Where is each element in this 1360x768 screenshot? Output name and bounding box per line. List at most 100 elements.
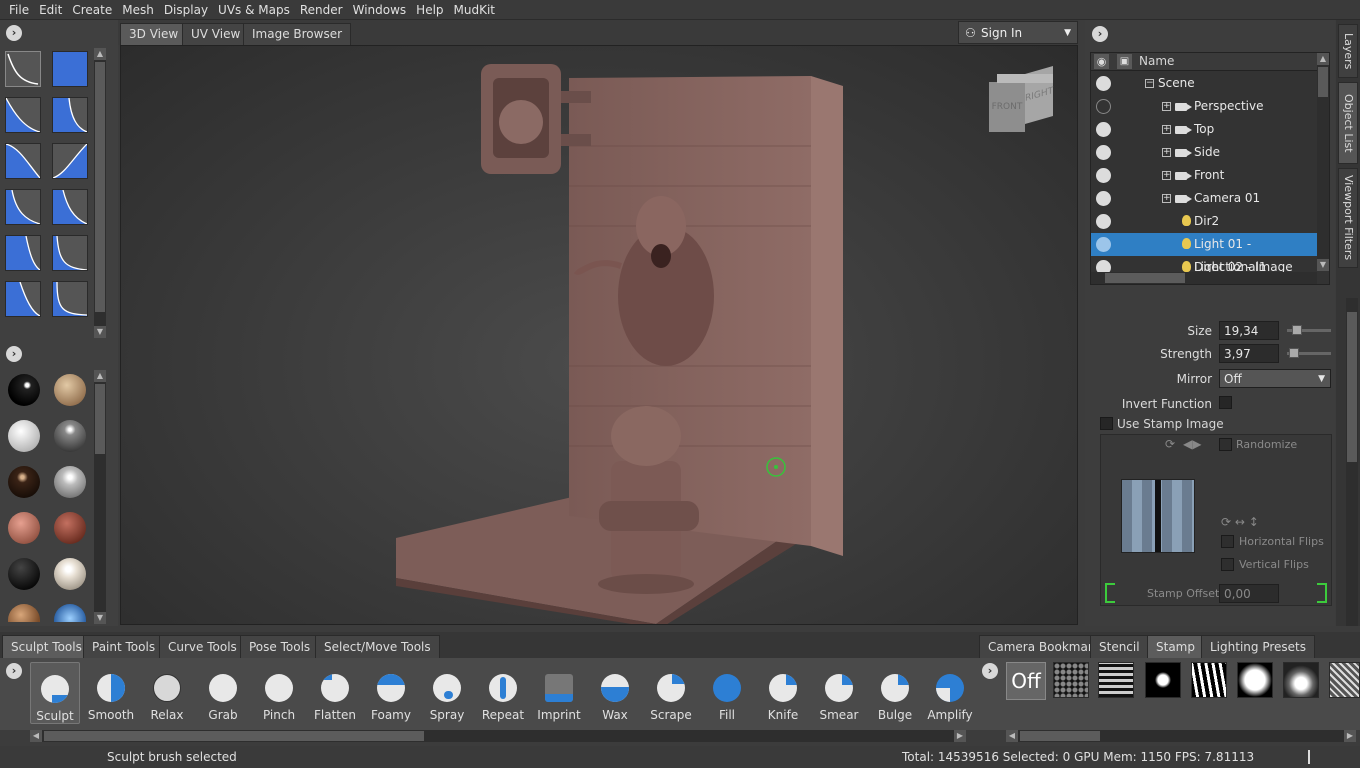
mirror-select[interactable]: Off ▼ xyxy=(1219,369,1331,388)
visibility-toggle[interactable] xyxy=(1096,168,1111,183)
tool-tray-scrollbar[interactable]: ◀ ▶ xyxy=(30,730,966,742)
material-sphere-pearl[interactable] xyxy=(54,558,86,590)
material-scrollbar[interactable]: ▲ ▼ xyxy=(94,370,106,624)
use-stamp-image-checkbox[interactable] xyxy=(1100,417,1113,430)
tool-flatten[interactable]: Flatten xyxy=(310,662,360,724)
horizontal-flips-checkbox[interactable] xyxy=(1221,535,1234,548)
falloff-preset-4[interactable] xyxy=(52,97,88,133)
collapse-icon[interactable]: − xyxy=(1145,79,1154,88)
tool-sculpt[interactable]: Sculpt xyxy=(30,662,80,724)
stamp-tray-scrollbar[interactable]: ◀ ▶ xyxy=(1006,730,1356,742)
chevron-right-icon[interactable]: › xyxy=(982,663,998,679)
tab-image-browser[interactable]: Image Browser xyxy=(243,23,352,45)
material-sphere-tan[interactable] xyxy=(8,604,40,622)
visibility-toggle[interactable] xyxy=(1096,122,1111,137)
visibility-toggle[interactable] xyxy=(1096,145,1111,160)
tab-3d-view[interactable]: 3D View xyxy=(120,23,188,45)
stamp-thumb-soft[interactable] xyxy=(1283,662,1319,698)
tab-pose-tools[interactable]: Pose Tools xyxy=(240,635,320,658)
view-cube-front[interactable]: FRONT xyxy=(989,82,1025,132)
material-sphere-black-gloss[interactable] xyxy=(8,374,40,406)
stamp-thumb-pattern[interactable] xyxy=(1329,662,1360,698)
menu-display[interactable]: Display xyxy=(159,0,213,19)
material-sphere-clay[interactable] xyxy=(54,374,86,406)
rotate-icon[interactable]: ⟳ xyxy=(1165,437,1175,451)
tool-repeat[interactable]: Repeat xyxy=(478,662,528,724)
tab-uv-view[interactable]: UV View xyxy=(182,23,250,45)
vertical-flips-checkbox[interactable] xyxy=(1221,558,1234,571)
lock-icon[interactable]: ▣ xyxy=(1117,54,1132,69)
material-sphere-grey-gloss[interactable] xyxy=(54,420,86,452)
tab-sculpt-tools[interactable]: Sculpt Tools xyxy=(2,635,91,658)
tool-bulge[interactable]: Bulge xyxy=(870,662,920,724)
chevron-right-icon[interactable]: › xyxy=(1092,26,1108,42)
menu-edit[interactable]: Edit xyxy=(34,0,67,19)
stamp-thumb-stripes[interactable] xyxy=(1191,662,1227,698)
tab-layers[interactable]: Layers xyxy=(1338,24,1358,78)
menu-help[interactable]: Help xyxy=(411,0,448,19)
stamp-offset-field[interactable]: 0,00 xyxy=(1219,584,1279,603)
sign-in-dropdown[interactable]: ⚇ Sign In ▼ xyxy=(958,21,1078,44)
material-sphere-blue[interactable] xyxy=(54,604,86,622)
falloff-preset-8[interactable] xyxy=(52,189,88,225)
falloff-preset-5[interactable] xyxy=(5,143,41,179)
properties-scrollbar[interactable] xyxy=(1346,298,1358,626)
expand-icon[interactable]: + xyxy=(1162,194,1171,203)
size-slider[interactable] xyxy=(1287,325,1331,335)
randomize-checkbox[interactable] xyxy=(1219,438,1232,451)
tab-stencil[interactable]: Stencil xyxy=(1090,635,1149,658)
expand-icon[interactable]: + xyxy=(1162,171,1171,180)
falloff-preset-7[interactable] xyxy=(5,189,41,225)
falloff-scrollbar[interactable]: ▲ ▼ xyxy=(94,48,106,338)
tab-object-list[interactable]: Object List xyxy=(1338,82,1358,164)
expand-icon[interactable]: + xyxy=(1162,125,1171,134)
material-sphere-black[interactable] xyxy=(8,558,40,590)
falloff-preset-2[interactable] xyxy=(52,51,88,87)
strength-field[interactable]: 3,97 xyxy=(1219,344,1279,363)
tool-wax[interactable]: Wax xyxy=(590,662,640,724)
tool-knife[interactable]: Knife xyxy=(758,662,808,724)
falloff-preset-6[interactable] xyxy=(52,143,88,179)
view-cube[interactable]: FRONT RIGHT xyxy=(989,65,1055,132)
falloff-preset-11[interactable] xyxy=(5,281,41,317)
menu-render[interactable]: Render xyxy=(295,0,348,19)
tab-paint-tools[interactable]: Paint Tools xyxy=(83,635,165,658)
flip-horizontal-icon[interactable]: ◀▶ xyxy=(1183,437,1201,451)
tool-scrape[interactable]: Scrape xyxy=(646,662,696,724)
menu-file[interactable]: File xyxy=(0,0,34,19)
visibility-toggle[interactable] xyxy=(1096,76,1111,91)
object-list-hscrollbar[interactable] xyxy=(1091,272,1317,284)
list-item-selected[interactable]: Light 01 - Directional1 xyxy=(1091,233,1317,274)
expand-icon[interactable]: + xyxy=(1162,102,1171,111)
material-sphere-red-clay[interactable] xyxy=(54,512,86,544)
invert-function-checkbox[interactable] xyxy=(1219,396,1232,409)
tab-lighting-presets[interactable]: Lighting Presets xyxy=(1201,635,1315,658)
tool-relax[interactable]: Relax xyxy=(142,662,192,724)
stamp-thumb-cloud[interactable] xyxy=(1237,662,1273,698)
tool-smear[interactable]: Smear xyxy=(814,662,864,724)
falloff-preset-1[interactable] xyxy=(5,51,41,87)
strength-slider[interactable] xyxy=(1287,348,1331,358)
tab-select-move-tools[interactable]: Select/Move Tools xyxy=(315,635,440,658)
eye-icon[interactable]: ◉ xyxy=(1094,54,1109,69)
tool-spray[interactable]: Spray xyxy=(422,662,472,724)
object-list-vscrollbar[interactable]: ▲ ▼ xyxy=(1317,53,1329,271)
expand-icon[interactable]: + xyxy=(1162,148,1171,157)
tool-foamy[interactable]: Foamy xyxy=(366,662,416,724)
list-item[interactable]: + Front xyxy=(1091,164,1317,187)
tool-smooth[interactable]: Smooth xyxy=(86,662,136,724)
tab-stamp[interactable]: Stamp xyxy=(1147,635,1204,658)
stamp-off-button[interactable]: Off xyxy=(1006,662,1046,700)
visibility-toggle[interactable] xyxy=(1096,237,1111,252)
tool-fill[interactable]: Fill xyxy=(702,662,752,724)
list-item[interactable]: + Side xyxy=(1091,141,1317,164)
visibility-toggle[interactable] xyxy=(1096,214,1111,229)
stamp-thumb-noise[interactable] xyxy=(1053,662,1089,698)
list-item[interactable]: Dir2 xyxy=(1091,210,1317,233)
tool-grab[interactable]: Grab xyxy=(198,662,248,724)
falloff-preset-12[interactable] xyxy=(52,281,88,317)
material-sphere-white[interactable] xyxy=(8,420,40,452)
tool-pinch[interactable]: Pinch xyxy=(254,662,304,724)
menu-windows[interactable]: Windows xyxy=(348,0,412,19)
tool-imprint[interactable]: Imprint xyxy=(534,662,584,724)
